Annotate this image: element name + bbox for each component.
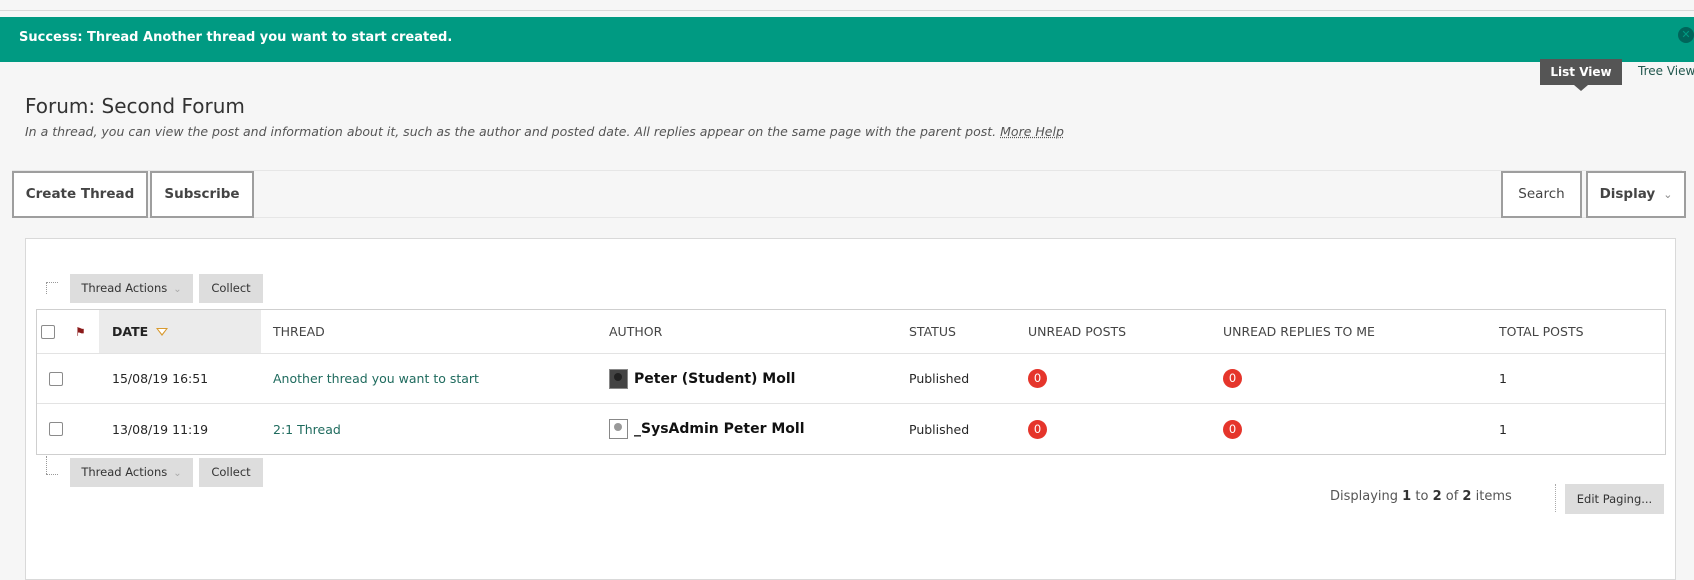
paging-divider: [1555, 484, 1557, 512]
close-icon[interactable]: ✕: [1678, 27, 1694, 43]
author-column-header[interactable]: AUTHOR: [609, 310, 662, 353]
list-view-button[interactable]: List View: [1540, 59, 1622, 85]
display-label: Display: [1599, 186, 1656, 202]
row-select-cell: [49, 354, 63, 403]
paging-suffix: items: [1475, 489, 1512, 504]
success-message: Success: Thread Another thread you want …: [19, 30, 453, 45]
unread-replies-cell: 0: [1223, 354, 1242, 403]
more-help-link[interactable]: More Help: [1000, 124, 1064, 139]
row-checkbox[interactable]: [49, 422, 63, 436]
paging-from: 1: [1402, 489, 1412, 504]
thread-actions-label: Thread Actions: [81, 465, 168, 479]
chevron-down-icon: ⌄: [1663, 188, 1673, 201]
unread-posts-column-header[interactable]: UNREAD POSTS: [1028, 310, 1126, 353]
author-name: _SysAdmin Peter Moll: [634, 421, 805, 437]
author-name: Peter (Student) Moll: [634, 370, 796, 387]
connector-line: [46, 474, 58, 475]
date-cell: 13/08/19 11:19: [112, 421, 209, 437]
unread-posts-cell: 0: [1028, 404, 1047, 454]
date-cell: 15/08/19 16:51: [112, 371, 209, 386]
thread-link[interactable]: 2:1 Thread: [273, 404, 341, 454]
status-column-header[interactable]: STATUS: [909, 310, 956, 353]
date-header-label: DATE: [112, 324, 149, 339]
thread-actions-button[interactable]: Thread Actions ⌄: [70, 274, 193, 303]
double-chevron-down-icon: ⌄: [173, 284, 182, 295]
collect-button[interactable]: Collect: [199, 458, 263, 487]
create-thread-button[interactable]: Create Thread: [12, 171, 148, 218]
table-row: 15/08/19 16:51 Another thread you want t…: [37, 354, 1665, 404]
double-chevron-down-icon: ⌄: [173, 468, 182, 479]
edit-paging-button[interactable]: Edit Paging...: [1565, 484, 1664, 514]
unread-replies-badge[interactable]: 0: [1223, 369, 1242, 388]
paging-summary: Displaying 1 to 2 of 2 items: [1330, 489, 1512, 504]
page-title: Forum: Second Forum: [25, 94, 245, 118]
total-posts-column-header[interactable]: TOTAL POSTS: [1499, 310, 1584, 353]
select-all-checkbox[interactable]: [41, 324, 55, 339]
connector-line: [46, 282, 58, 283]
table-header-row: ⚑ DATE THREAD AUTHOR STATUS UNREAD POSTS…: [37, 310, 1665, 354]
thread-actions-label: Thread Actions: [81, 281, 168, 295]
unread-replies-cell: 0: [1223, 404, 1242, 454]
action-bar: Create Thread Subscribe Search Display ⌄: [12, 170, 1686, 218]
total-posts-cell: 1: [1499, 371, 1507, 386]
display-menu-button[interactable]: Display ⌄: [1586, 171, 1686, 218]
paging-total: 2: [1462, 489, 1472, 504]
paging-of-word: of: [1445, 489, 1459, 504]
collect-button[interactable]: Collect: [199, 274, 263, 303]
description-text: In a thread, you can view the post and i…: [25, 124, 997, 139]
date-column-header[interactable]: DATE: [99, 310, 261, 353]
flag-column-header[interactable]: ⚑: [75, 310, 86, 353]
paging-prefix: Displaying: [1330, 489, 1399, 504]
unread-posts-badge[interactable]: 0: [1028, 369, 1047, 388]
avatar: [609, 419, 628, 439]
connector-line: [46, 282, 47, 294]
row-checkbox[interactable]: [49, 371, 63, 386]
success-notification: Success: Thread Another thread you want …: [0, 17, 1694, 62]
table-row: 13/08/19 11:19 2:1 Thread _SysAdmin Pete…: [37, 404, 1665, 454]
thread-link[interactable]: Another thread you want to start: [273, 354, 479, 403]
unread-replies-column-header[interactable]: UNREAD REPLIES TO ME: [1223, 310, 1375, 353]
status-cell: Published: [909, 421, 970, 437]
author-cell: Peter (Student) Moll: [609, 354, 795, 403]
select-all-cell: [41, 310, 55, 353]
total-posts-cell: 1: [1499, 421, 1507, 437]
threads-table: ⚑ DATE THREAD AUTHOR STATUS UNREAD POSTS…: [36, 309, 1666, 455]
list-view-caret-icon: [1574, 85, 1588, 91]
paging-to-word: to: [1415, 489, 1429, 504]
tree-view-link[interactable]: Tree View: [1638, 64, 1694, 78]
thread-column-header[interactable]: THREAD: [273, 310, 325, 353]
subscribe-button[interactable]: Subscribe: [150, 171, 254, 218]
unread-posts-cell: 0: [1028, 354, 1047, 403]
thread-actions-button[interactable]: Thread Actions ⌄: [70, 458, 193, 487]
unread-replies-badge[interactable]: 0: [1223, 419, 1242, 439]
avatar: [609, 368, 628, 389]
top-divider: [0, 0, 1694, 11]
sort-descending-icon: [156, 327, 169, 336]
search-button[interactable]: Search: [1501, 171, 1582, 218]
author-cell: _SysAdmin Peter Moll: [609, 404, 805, 454]
page-description: In a thread, you can view the post and i…: [25, 124, 1064, 139]
flag-icon: ⚑: [75, 324, 86, 339]
unread-posts-badge[interactable]: 0: [1028, 419, 1047, 439]
paging-to: 2: [1432, 489, 1442, 504]
status-cell: Published: [909, 371, 970, 386]
row-select-cell: [49, 404, 63, 454]
connector-line: [46, 456, 47, 474]
